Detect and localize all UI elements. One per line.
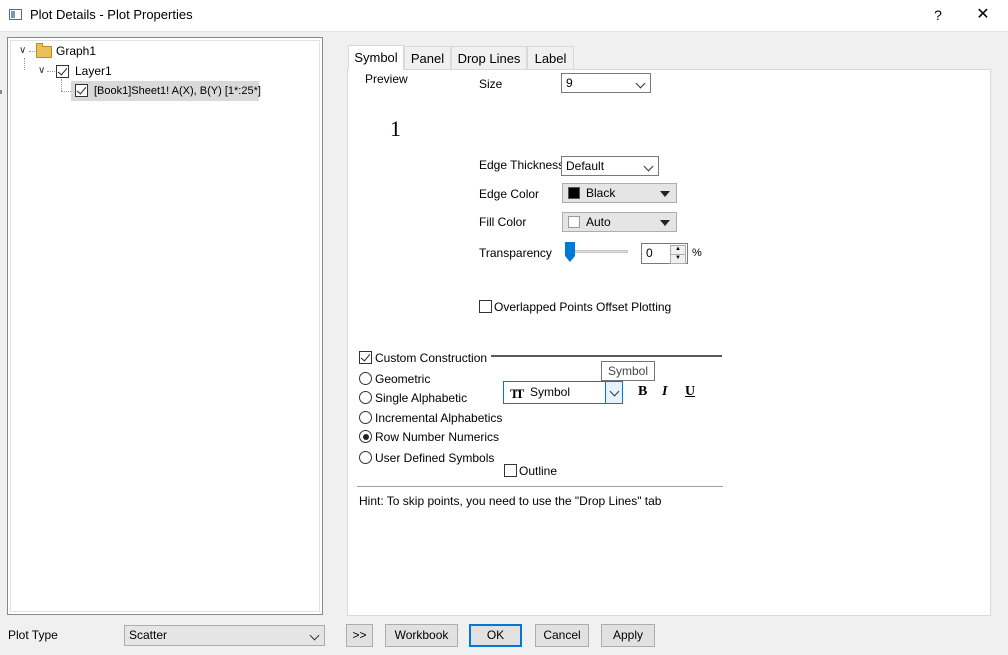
transparency-slider-thumb[interactable]	[565, 242, 575, 262]
edge-color-value: Black	[586, 186, 616, 200]
dropdown-arrow-icon	[660, 220, 670, 226]
title-bar: Plot Details - Plot Properties ? ✕	[0, 0, 1008, 32]
fill-color-label: Fill Color	[479, 215, 527, 229]
chevron-down-icon	[643, 161, 654, 172]
tree-item-graph[interactable]: Graph1	[56, 42, 96, 60]
italic-button[interactable]: I	[662, 384, 667, 400]
tree-item-layer[interactable]: Layer1	[75, 62, 112, 80]
fill-color-value: Auto	[586, 215, 611, 229]
close-button[interactable]: ✕	[966, 4, 1000, 26]
edge-color-dropdown[interactable]: Black	[562, 183, 677, 203]
custom-construction-checkbox[interactable]	[359, 351, 372, 364]
window-icon	[9, 9, 22, 20]
radio-incremental-alphabetics[interactable]	[359, 411, 372, 424]
bold-button[interactable]: B	[638, 384, 647, 400]
preview-label: Preview	[365, 72, 408, 86]
transparency-spinner[interactable]: 0 ▲ ▼	[641, 243, 688, 264]
tree-line	[47, 71, 55, 72]
dropdown-arrow-icon	[660, 191, 670, 197]
tree-frame: ∨ Graph1 ∨ Layer1 [Book1]Sheet1! A(X), B…	[10, 40, 320, 612]
option-label-user-defined-symbols[interactable]: User Defined Symbols	[375, 451, 494, 465]
plot-type-value: Scatter	[129, 628, 168, 642]
tooltip: Symbol	[601, 361, 655, 381]
tree-line	[61, 91, 71, 92]
radio-user-defined-symbols[interactable]	[359, 451, 372, 464]
radio-single-alphabetic[interactable]	[359, 391, 372, 404]
tab-symbol[interactable]: Symbol	[348, 45, 404, 70]
workbook-button[interactable]: Workbook	[385, 624, 458, 647]
layer-tree[interactable]: ∨ Graph1 ∨ Layer1 [Book1]Sheet1! A(X), B…	[7, 37, 323, 615]
truetype-icon: TT	[510, 386, 524, 401]
spin-down-icon[interactable]: ▼	[670, 254, 686, 264]
outline-checkbox[interactable]	[504, 464, 517, 477]
transparency-slider-track[interactable]	[566, 250, 628, 253]
plot-type-label: Plot Type	[8, 628, 58, 642]
custom-construction-label[interactable]: Custom Construction	[375, 351, 487, 365]
transparency-value[interactable]: 0	[646, 246, 653, 260]
tree-line	[24, 58, 25, 70]
underline-button[interactable]: U	[685, 384, 695, 400]
group-separator	[491, 355, 722, 357]
overlapped-label[interactable]: Overlapped Points Offset Plotting	[494, 300, 671, 314]
cancel-button[interactable]: Cancel	[535, 624, 589, 647]
layer-checkbox[interactable]	[56, 65, 69, 78]
option-label-row-number-numerics[interactable]: Row Number Numerics	[375, 430, 499, 444]
ok-button[interactable]: OK	[469, 624, 522, 647]
option-label-single-alphabetic[interactable]: Single Alphabetic	[375, 391, 467, 405]
plot-type-dropdown[interactable]: Scatter	[124, 625, 325, 646]
transparency-unit: %	[692, 247, 702, 259]
size-label: Size	[479, 77, 503, 91]
option-label-geometric[interactable]: Geometric	[375, 372, 430, 386]
font-dropdown-button[interactable]	[605, 382, 622, 403]
edge-thickness-label: Edge Thickness	[479, 158, 565, 172]
outline-label[interactable]: Outline	[519, 464, 557, 478]
help-button[interactable]: ?	[926, 4, 950, 26]
tree-item-plot[interactable]: [Book1]Sheet1! A(X), B(Y) [1*:25*]	[94, 82, 261, 100]
fill-color-dropdown[interactable]: Auto	[562, 212, 677, 232]
hint-text: Hint: To skip points, you need to use th…	[359, 494, 662, 508]
tree-line	[61, 79, 62, 91]
fill-color-swatch	[568, 216, 580, 228]
chevron-down-icon	[635, 78, 646, 89]
tab-content	[347, 69, 991, 616]
chevron-down-icon	[309, 630, 320, 641]
radio-row-number-numerics[interactable]	[359, 430, 372, 443]
edge-thickness-dropdown[interactable]: Default	[561, 156, 659, 176]
edge-color-label: Edge Color	[479, 187, 540, 201]
hint-separator	[357, 486, 723, 487]
font-dropdown[interactable]: TT Symbol	[503, 381, 623, 404]
edge-thickness-value: Default	[566, 159, 605, 173]
expand-button[interactable]: >>	[346, 624, 373, 647]
apply-button[interactable]: Apply	[601, 624, 655, 647]
font-value: Symbol	[530, 385, 571, 399]
radio-geometric[interactable]	[359, 372, 372, 385]
splitter-mark	[0, 90, 2, 94]
window-title: Plot Details - Plot Properties	[30, 7, 193, 22]
transparency-label: Transparency	[479, 246, 552, 260]
size-value: 9	[566, 76, 573, 90]
folder-icon	[36, 43, 52, 58]
symbol-preview: 1	[390, 116, 401, 141]
tab-panel[interactable]: Panel	[404, 46, 451, 69]
tree-line	[29, 51, 35, 52]
chevron-down-icon	[609, 386, 620, 397]
overlapped-checkbox[interactable]	[479, 300, 492, 313]
plot-checkbox[interactable]	[75, 84, 88, 97]
size-dropdown[interactable]: 9	[561, 73, 651, 93]
edge-color-swatch	[568, 187, 580, 199]
tab-label[interactable]: Label	[527, 46, 574, 69]
collapse-icon[interactable]: ∨	[19, 46, 29, 56]
option-label-incremental-alphabetics[interactable]: Incremental Alphabetics	[375, 411, 502, 425]
tab-drop-lines[interactable]: Drop Lines	[451, 46, 527, 69]
